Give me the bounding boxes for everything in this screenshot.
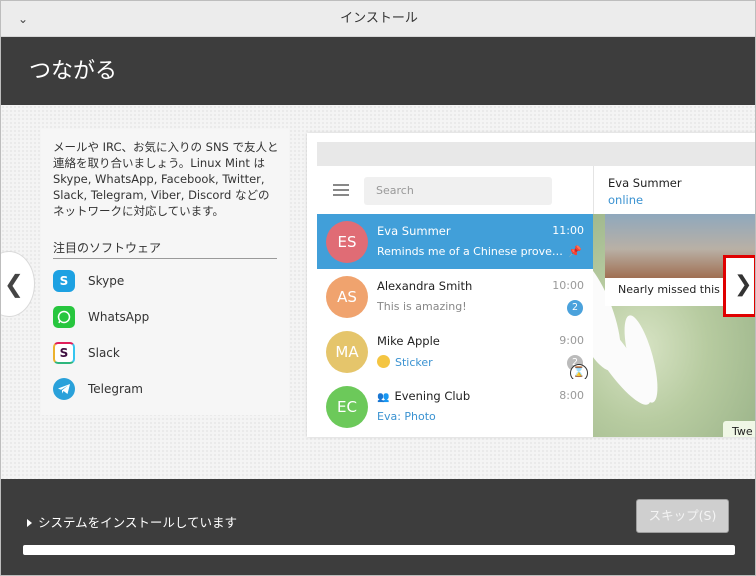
install-status[interactable]: システムをインストールしています [27,512,237,531]
chat-name-text: Evening Club [394,389,471,403]
telegram-search-field: Search [364,177,552,205]
slide-description: メールや IRC、お気に入りの SNS で友人と連絡を取り合いましょう。Linu… [53,140,279,218]
chat-contact-status: online [608,193,644,207]
chat-time: 11:00 [552,224,584,237]
install-progress-bar [23,545,735,555]
page-title: つながる [29,59,118,84]
telegram-window: Search ES Eva Summer 11:00 Reminds me of… [317,142,755,437]
chat-item: ES Eva Summer 11:00 Reminds me of a Chin… [317,214,593,269]
previous-slide-button[interactable]: ❮ [1,251,35,317]
install-footer: システムをインストールしています スキップ(S) [1,479,755,575]
chat-time: 8:00 [559,389,584,402]
telegram-sidebar-header: Search [317,166,593,214]
chat-item: AS Alexandra Smith 10:00 This is amazing… [317,269,593,324]
app-item-slack: S Slack [53,335,277,371]
slideshow-content: メールや IRC、お気に入りの SNS で友人と連絡を取り合いましょう。Linu… [1,105,755,479]
disclosure-triangle-icon [27,519,32,527]
featured-app-list: S Skype WhatsApp S Slack Telegram [53,263,277,407]
app-item-skype: S Skype [53,263,277,299]
chat-preview: This is amazing! [377,300,467,313]
telegram-chat-list: ES Eva Summer 11:00 Reminds me of a Chin… [317,214,593,437]
smile-emoji-icon [377,355,390,368]
pin-icon: 📌 [568,245,582,258]
page-header: つながる [1,37,755,105]
chat-background: Nearly missed this s Twe [593,214,755,437]
group-icon: 👥 [377,392,390,403]
avatar: ES [326,221,368,263]
installer-window: ⌄ インストール つながる メールや IRC、お気に入りの SNS で友人と連絡… [0,0,756,576]
app-item-whatsapp: WhatsApp [53,299,277,335]
title-bar: ⌄ インストール [1,1,755,37]
featured-software-heading: 注目のソフトウェア [53,239,277,259]
info-panel: メールや IRC、お気に入りの SNS で友人と連絡を取り合いましょう。Linu… [41,129,289,415]
telegram-icon [53,378,75,400]
hamburger-menu-icon [333,184,349,196]
chat-name: 👥 Evening Club [377,389,470,403]
chat-preview: Sticker [377,355,563,369]
avatar: AS [326,276,368,318]
chat-preview: Eva: Photo [377,410,436,423]
chat-time: 9:00 [559,334,584,347]
skype-icon: S [53,270,75,292]
avatar: EC [326,386,368,428]
chat-item: EC 👥 Evening Club 8:00 Eva: Photo [317,379,593,434]
chat-preview-text: Sticker [395,356,433,369]
unread-badge: 2 [567,300,583,316]
telegram-titlebar [317,142,755,166]
chat-name: Mike Apple [377,334,440,348]
install-status-text: システムをインストールしています [38,515,238,530]
photo-caption: Nearly missed this s [618,283,730,296]
chat-preview: Reminds me of a Chinese proverb... [377,245,563,258]
chevron-left-icon: ❮ [3,270,24,298]
chat-name: Alexandra Smith [377,279,473,293]
telegram-chat-header: Eva Summer online [593,166,755,214]
telegram-screenshot: Search ES Eva Summer 11:00 Reminds me of… [307,133,755,437]
chat-name: Eva Summer [377,224,451,238]
avatar: MA [326,331,368,373]
window-title: インストール [340,11,418,26]
chevron-right-icon: ❯ [734,272,753,297]
app-label: Telegram [88,382,143,396]
app-label: Slack [88,346,120,360]
outgoing-message: Twe [723,421,755,437]
chat-item: MA Mike Apple 9:00 Sticker 2 ⌛ [317,324,593,382]
chat-time: 10:00 [552,279,584,292]
app-label: WhatsApp [88,310,150,324]
next-slide-button[interactable]: ❯ [723,255,755,317]
whatsapp-icon [53,306,75,328]
app-item-telegram: Telegram [53,371,277,407]
app-label: Skype [88,274,125,288]
chat-contact-name: Eva Summer [608,176,682,190]
slack-icon: S [53,342,75,364]
skip-button[interactable]: スキップ(S) [636,499,729,533]
